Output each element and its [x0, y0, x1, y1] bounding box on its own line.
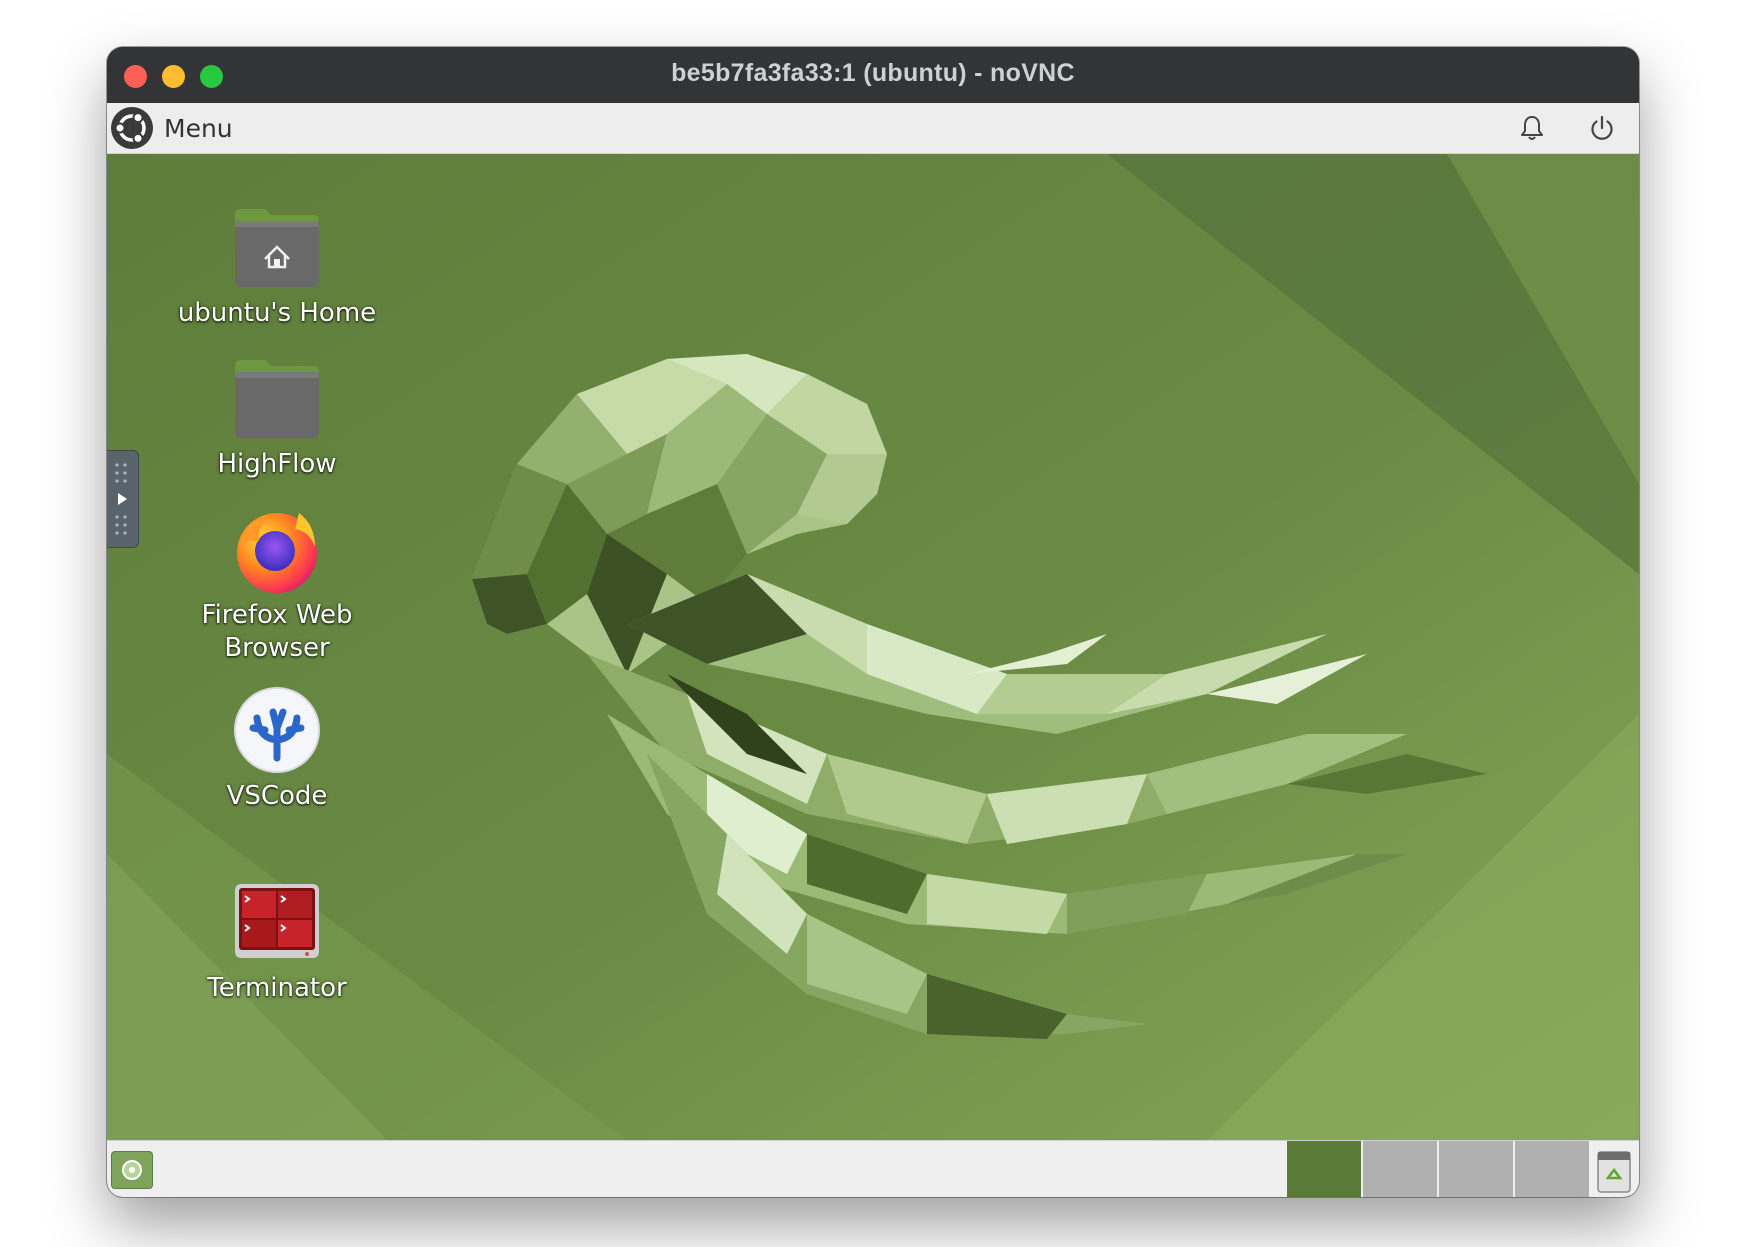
window-titlebar[interactable]: be5b7fa3fa33:1 (ubuntu) - noVNC [107, 47, 1639, 103]
menu-button[interactable]: Menu [164, 114, 233, 143]
window-title: be5b7fa3fa33:1 (ubuntu) - noVNC [671, 59, 1075, 87]
bell-icon[interactable] [1517, 113, 1547, 143]
desktop-icon-label: Firefox Web Browser [201, 600, 353, 663]
bottom-panel [107, 1140, 1639, 1197]
folder-icon [235, 360, 319, 438]
workspace-4[interactable] [1515, 1141, 1589, 1197]
desktop-icon-terminator[interactable]: Terminator [167, 874, 387, 1005]
desktop-icon-label: Terminator [207, 973, 347, 1003]
desktop-icon-label: VSCode [226, 781, 328, 811]
desktop-icon-firefox[interactable]: Firefox Web Browser [167, 501, 387, 665]
vscode-icon [234, 687, 320, 773]
desktop-icon-vscode[interactable]: VSCode [167, 682, 387, 813]
desktop[interactable]: ubuntu's Home HighFlow Firefox Web Brows… [107, 154, 1639, 1140]
desktop-icon-home[interactable]: ubuntu's Home [167, 199, 387, 330]
workspace-3[interactable] [1439, 1141, 1513, 1197]
side-panel-handle[interactable] [107, 450, 139, 548]
home-folder-icon [235, 209, 319, 287]
trash-icon[interactable] [1595, 1146, 1633, 1194]
power-icon[interactable] [1587, 113, 1617, 143]
novnc-window: be5b7fa3fa33:1 (ubuntu) - noVNC Menu ubu… [107, 47, 1639, 1197]
terminator-icon [235, 884, 319, 958]
ubuntu-logo-icon[interactable] [110, 106, 154, 150]
desktop-icon-highflow[interactable]: HighFlow [167, 350, 387, 481]
show-desktop-button[interactable] [111, 1151, 153, 1189]
workspace-2[interactable] [1363, 1141, 1437, 1197]
show-desktop-icon [122, 1160, 142, 1180]
top-panel: Menu [107, 103, 1639, 154]
workspace-1[interactable] [1287, 1141, 1361, 1197]
desktop-icon-label: ubuntu's Home [177, 298, 377, 328]
firefox-icon [237, 513, 317, 593]
desktop-icon-label: HighFlow [217, 449, 337, 479]
expand-arrow-icon [115, 463, 127, 535]
